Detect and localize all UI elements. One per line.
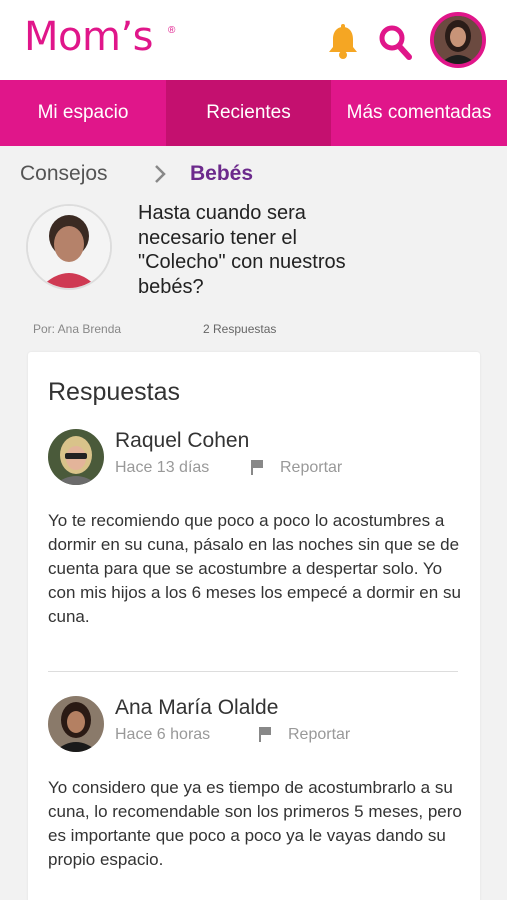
section-tabs: Mi espacio Recientes Más comentadas [0,80,507,146]
answer-author-name[interactable]: Raquel Cohen [115,429,249,453]
breadcrumb-bebes: Bebés [190,162,254,185]
registered-mark: ® [168,25,176,36]
breadcrumb: Consejos Bebés [0,146,507,200]
chevron-right-icon [155,165,166,183]
answer-avatar-image [48,429,104,485]
answer-text: Yo considero que ya es tiempo de acostum… [48,778,462,869]
tab-recientes[interactable]: Recientes [166,80,331,146]
user-avatar[interactable] [430,12,486,68]
flag-icon[interactable] [250,459,264,475]
answer-avatar[interactable] [48,429,104,485]
answers-count: 2 Respuestas [203,322,277,336]
tab-mas-comentadas[interactable]: Más comentadas [331,80,507,146]
breadcrumb-consejos[interactable]: Consejos [20,162,108,186]
question-title: Hasta cuando sera necesario tener el "Co… [138,202,346,298]
answer-item: Raquel Cohen Hace 13 días Reportar Yo te… [48,429,468,659]
question-author: Por: Ana Brenda [33,322,122,336]
app-header: Mom’s ® [0,0,507,80]
flag-icon[interactable] [258,726,272,742]
answers-card: Respuestas Raquel Cohen Hace 13 días Rep… [28,352,480,900]
report-button[interactable]: Reportar [288,726,350,744]
answer-divider [48,671,458,672]
moms-logo[interactable]: Mom’s [24,14,154,60]
question-author-avatar-image [28,206,110,288]
answer-time: Hace 13 días [115,459,210,476]
answer-item: Ana María Olalde Hace 6 horas Reportar Y… [48,696,468,900]
answer-time: Hace 6 horas [115,726,211,743]
tab-mi-espacio[interactable]: Mi espacio [0,80,166,146]
answer-text: Yo te recomiendo que poco a poco lo acos… [48,511,461,626]
user-avatar-image [434,16,482,64]
answer-avatar[interactable] [48,696,104,752]
bell-icon[interactable] [326,24,360,60]
question-author-avatar[interactable] [26,204,112,290]
answers-title: Respuestas [48,378,181,406]
report-button[interactable]: Reportar [280,459,342,477]
search-icon[interactable] [378,24,412,60]
answer-avatar-image [48,696,104,752]
answer-author-name[interactable]: Ana María Olalde [115,696,278,720]
